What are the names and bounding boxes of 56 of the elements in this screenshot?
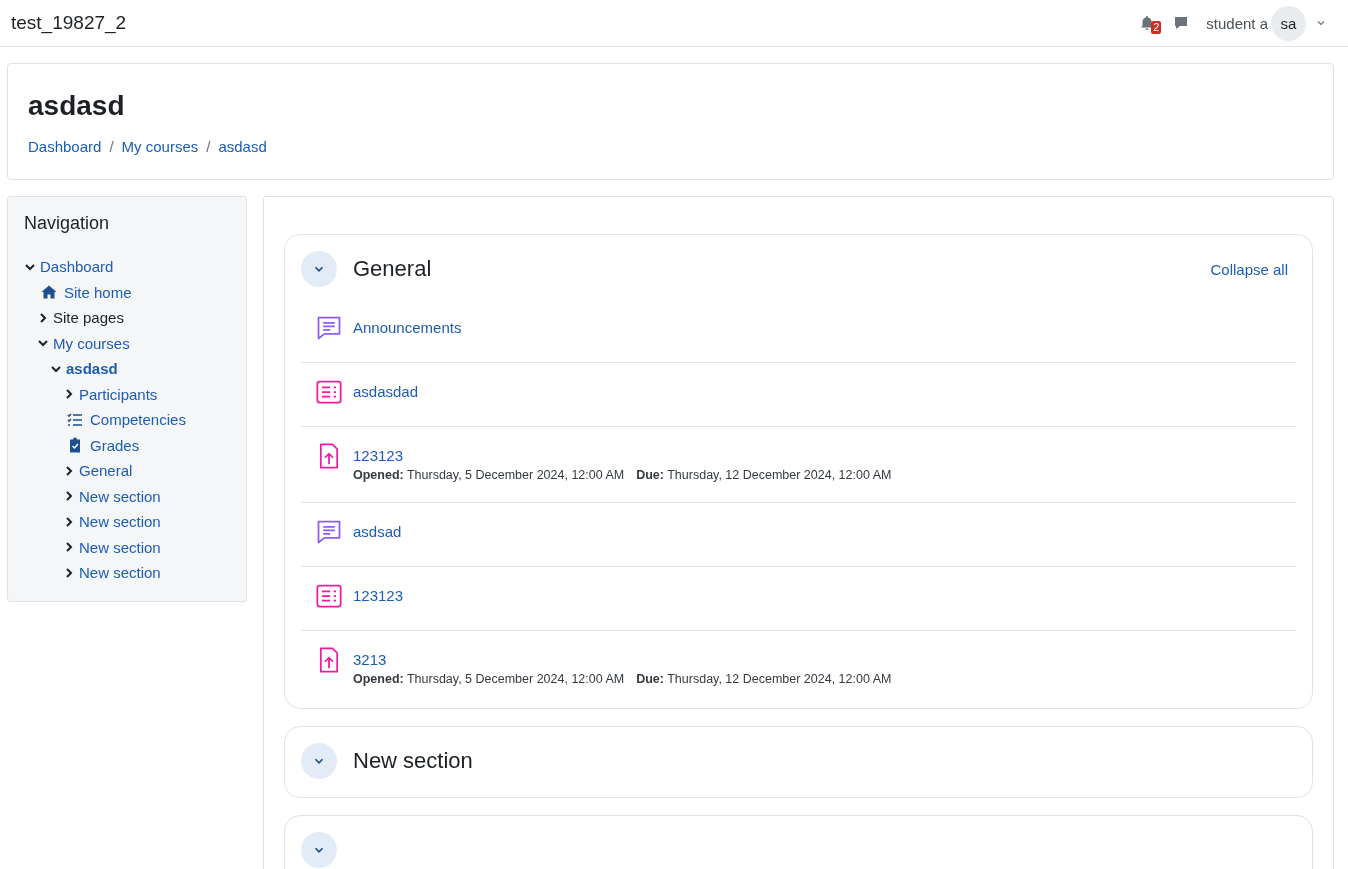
speech-bubble-icon [315,314,343,342]
breadcrumb-link[interactable]: asdasd [218,138,267,155]
collapse-all-link[interactable]: Collapse all [1210,260,1288,278]
activity-link[interactable]: asdasdad [353,383,419,400]
breadcrumb-link[interactable]: My courses [121,138,199,155]
clipboard-check-icon [67,437,83,454]
section-toggle-button[interactable] [301,743,337,779]
activity-link[interactable]: asdsad [353,523,402,540]
activity-link[interactable]: 123123 [353,447,892,464]
checklist-icon [67,411,83,428]
chevron-right-icon[interactable] [63,566,75,579]
nav-item[interactable]: Site pages [53,309,124,327]
due-date: Due: Thursday, 12 December 2024, 12:00 AM [636,672,892,686]
checklist-icon [315,378,343,406]
notification-button[interactable]: 2 [1139,13,1164,33]
chevron-right-icon[interactable] [63,541,75,554]
notification-count-badge: 2 [1151,21,1162,34]
nav-link[interactable]: Grades [90,436,140,454]
section-title: New section [353,748,473,774]
nav-link[interactable]: asdasd [66,360,118,378]
chevron-right-icon[interactable] [63,388,75,401]
block-title: Navigation [24,213,111,234]
chat-bubble-icon[interactable] [1173,15,1190,31]
nav-link[interactable]: New section [79,564,161,582]
opened-date: Opened: Thursday, 5 December 2024, 12:00 AM [353,672,625,686]
section-toggle-button[interactable] [301,251,337,287]
nav-link[interactable]: Participants [79,385,158,403]
nav-link[interactable]: Dashboard [40,258,114,276]
activity-link[interactable]: 3213 [353,651,892,668]
user-avatar[interactable]: sa [1271,5,1306,41]
breadcrumb-separator: / [206,138,211,155]
chevron-right-icon[interactable] [37,311,49,324]
speech-bubble-icon [315,518,343,546]
nav-link[interactable]: Site home [64,283,132,301]
course-title: asdasd [28,90,126,122]
activity-link[interactable]: Announcements [353,319,462,336]
chevron-right-icon[interactable] [63,515,75,528]
home-icon [41,284,57,301]
due-date: Due: Thursday, 12 December 2024, 12:00 AM [636,468,892,482]
user-name[interactable]: student a [1206,14,1268,32]
section-toggle-button[interactable] [301,832,337,868]
nav-link[interactable]: New section [79,487,161,505]
breadcrumb-link[interactable]: Dashboard [28,138,102,155]
nav-link[interactable]: My courses [53,334,130,352]
chevron-right-icon[interactable] [63,490,75,503]
chevron-right-icon[interactable] [63,464,75,477]
section-title: General [353,256,432,282]
opened-date: Opened: Thursday, 5 December 2024, 12:00 AM [353,468,625,482]
nav-link[interactable]: Competencies [90,411,186,429]
nav-link[interactable]: New section [79,538,161,556]
nav-link[interactable]: General [79,462,133,480]
breadcrumb-separator: / [109,138,114,155]
nav-link[interactable]: New section [79,513,161,531]
checklist-icon [315,582,343,610]
activity-link[interactable]: 123123 [353,587,404,604]
site-name[interactable]: test_19827_2 [11,12,127,34]
